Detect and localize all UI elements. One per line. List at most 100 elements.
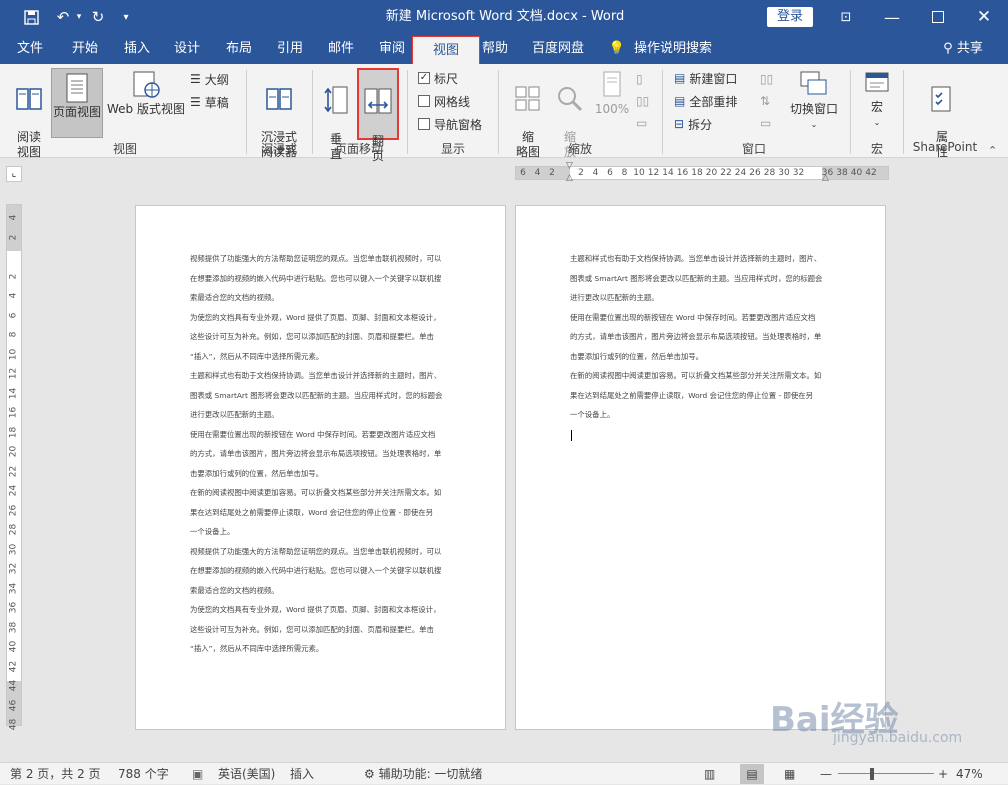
zoom-button[interactable]: 缩 放	[552, 70, 588, 159]
page-count[interactable]: 第 2 页，共 2 页	[10, 763, 101, 785]
multiple-pages-icon[interactable]: ▯▯	[636, 92, 649, 110]
properties-button[interactable]: 属 性	[920, 70, 964, 159]
ribbon-display-icon[interactable]: ⊡	[834, 0, 858, 34]
immersive-reader-button[interactable]: 沉浸式 阅读器	[254, 70, 304, 159]
text-line: 一个设备上。	[570, 410, 615, 419]
tab-stop-selector-icon[interactable]: ⌞	[6, 166, 22, 182]
document-page-1[interactable]: 视频提供了功能强大的方法帮助您证明您的观点。当您单击联机视频时，可以 在想要添加的…	[135, 205, 506, 730]
side-to-side-button[interactable]: 翻 页	[357, 68, 399, 163]
undo-icon[interactable]: ↶	[50, 0, 76, 34]
tab-view[interactable]: 视图	[412, 36, 480, 64]
language[interactable]: 英语(美国)	[218, 763, 275, 785]
tab-references[interactable]: 引用	[267, 34, 313, 64]
print-layout-button[interactable]: 页面视图	[51, 68, 103, 138]
web-layout-view-icon[interactable]: ▦	[784, 763, 795, 785]
horizontal-ruler[interactable]: 6 4 2 2 4 6 8 10 12 14 16 18 20 22 24 26 28 30 32 36 38 40 42 …	[515, 161, 889, 183]
tab-design[interactable]: 设计	[164, 34, 210, 64]
zoom-in-icon[interactable]: +	[938, 763, 948, 785]
page-width-icon[interactable]: ▭	[636, 114, 647, 132]
web-layout-button[interactable]: Web 版式视图	[104, 70, 188, 138]
thumbnails-button[interactable]: 缩 略图	[508, 70, 548, 159]
new-window-button[interactable]: ▤ 新建窗口	[674, 69, 737, 87]
word-count[interactable]: 788 个字	[118, 763, 169, 785]
checkbox-icon	[418, 95, 430, 107]
tab-file[interactable]: 文件	[8, 34, 52, 64]
close-icon[interactable]: ✕	[972, 0, 996, 34]
user-icon: ⚲	[943, 41, 957, 56]
view-side-by-side-icon[interactable]: ▯▯	[760, 70, 773, 88]
insert-mode[interactable]: 插入	[290, 763, 314, 785]
zoom-100-button[interactable]: 100%	[594, 70, 630, 138]
group-separator	[903, 70, 904, 154]
vertical-ruler[interactable]: 4 2 2 4 6 8 10 12 14 16 18 20 22 24 26 28 30 32 34 36 38 40 42…	[6, 204, 22, 730]
outline-button[interactable]: ☰ 大纲	[190, 70, 229, 88]
group-separator	[312, 70, 313, 154]
sync-scrolling-icon[interactable]: ⇅	[760, 92, 770, 110]
window-title: 新建 Microsoft Word 文档.docx - Word	[385, 9, 625, 24]
split-button[interactable]: ⊟ 拆分	[674, 115, 712, 133]
tab-review[interactable]: 审阅	[369, 34, 415, 64]
text-line: 主题和样式也有助于文档保持协调。当您单击设计并选择新的主题时，图片、	[190, 371, 442, 380]
print-layout-view-icon[interactable]: ▤	[740, 764, 764, 784]
macros-button[interactable]: 宏 ⌄	[858, 70, 896, 138]
navigation-pane-checkbox[interactable]: 导航窗格	[418, 115, 482, 133]
ruler-tick: 32	[792, 168, 805, 178]
ruler-tick: 22	[720, 168, 732, 178]
save-icon[interactable]	[18, 0, 44, 34]
ruler-tick: 40	[850, 168, 863, 178]
ruler-tick: 46	[8, 699, 19, 711]
minimize-icon[interactable]: —	[880, 0, 904, 34]
tab-insert[interactable]: 插入	[114, 34, 160, 64]
thumbnails-icon	[514, 85, 542, 113]
reset-window-icon[interactable]: ▭	[760, 114, 771, 132]
collapse-ribbon-icon[interactable]: ⌃	[988, 144, 997, 157]
tell-me-search[interactable]: 操作说明搜索	[632, 34, 714, 64]
redo-icon[interactable]: ↻	[86, 0, 110, 34]
accessibility-status[interactable]: ⚙ 辅助功能: 一切就绪	[364, 763, 482, 785]
share-label: 共享	[956, 41, 983, 56]
one-page-icon[interactable]: ▯	[636, 70, 643, 88]
ruler-tick: 18	[691, 168, 703, 178]
hanging-indent-icon[interactable]: △	[566, 173, 573, 183]
ruler-tick: 6	[520, 168, 526, 178]
baidu-watermark-url: jingyan.baidu.com	[833, 730, 963, 746]
arrange-all-button[interactable]: ▤ 全部重排	[674, 92, 737, 110]
ruler-tick: 26	[749, 168, 761, 178]
gridlines-checkbox[interactable]: 网格线	[418, 92, 470, 110]
login-button[interactable]: 登录	[767, 7, 813, 27]
text-line: 视频提供了功能强大的方法帮助您证明您的观点。当您单击联机视频时，可以	[190, 546, 442, 556]
zoom-slider-thumb[interactable]	[870, 768, 874, 780]
switch-windows-label: 切换窗口	[789, 102, 838, 116]
tab-baidu-netdisk[interactable]: 百度网盘	[526, 34, 590, 64]
zoom-out-icon[interactable]: —	[820, 763, 832, 785]
share-button[interactable]: ⚲ 共享	[936, 34, 990, 64]
proofing-icon[interactable]: ▣	[192, 763, 203, 785]
text-line: 这些设计可互为补充。例如，您可以添加匹配的封面、页眉和提要栏。单击	[190, 332, 434, 341]
right-indent-icon[interactable]: △	[822, 173, 829, 183]
maximize-icon[interactable]	[926, 0, 950, 34]
tab-mailings[interactable]: 邮件	[318, 34, 364, 64]
switch-windows-button[interactable]: 切换窗口 ⌄	[786, 70, 842, 138]
vertical-button[interactable]: 垂 直	[318, 70, 354, 161]
checkbox-icon	[418, 118, 430, 130]
text-line: 的方式，请单击该图片，图片旁边将会显示布局选项按钮。当处理表格时，单	[570, 332, 822, 341]
undo-dropdown-icon[interactable]: ▾	[74, 0, 84, 34]
read-mode-view-icon[interactable]: ▥	[704, 763, 715, 785]
ruler-tick: 12	[8, 367, 19, 380]
customize-toolbar-icon[interactable]: ▾	[116, 0, 136, 34]
ruler-tick: 4	[8, 214, 19, 221]
tab-home[interactable]: 开始	[62, 34, 108, 64]
first-line-indent-icon[interactable]: ▽	[566, 161, 573, 171]
read-mode-button[interactable]: 阅读 视图	[8, 70, 50, 159]
text-line: 一个设备上。	[190, 527, 235, 536]
tab-help[interactable]: 帮助	[472, 34, 518, 64]
zoom-slider[interactable]	[838, 773, 934, 774]
document-page-2[interactable]: 主题和样式也有助于文档保持协调。当您单击设计并选择新的主题时，图片、 图表或 Sm…	[515, 205, 886, 730]
zoom-level[interactable]: 47%	[956, 763, 983, 785]
ruler-checkbox[interactable]: ✓ 标尺	[418, 69, 458, 87]
ruler-tick: 12	[647, 168, 660, 178]
tab-layout[interactable]: 布局	[216, 34, 262, 64]
title-bar: ↶ ▾ ↻ ▾ 新建 Microsoft Word 文档.docx - Word…	[0, 0, 1008, 34]
text-line: 主题和样式也有助于文档保持协调。当您单击设计并选择新的主题时，图片、	[570, 254, 822, 263]
draft-button[interactable]: ☰ 草稿	[190, 93, 229, 111]
